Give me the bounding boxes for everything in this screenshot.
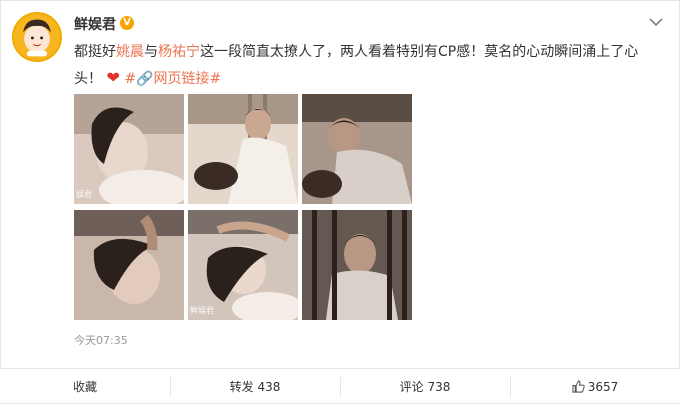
image-thumbnail[interactable]: 娱君 [74,94,184,204]
photo-scene-icon [188,210,298,320]
like-count: 3657 [587,380,619,394]
photo-scene-icon [302,94,412,204]
thumbs-up-icon [572,380,585,393]
mention-link-name1[interactable]: 姚晨 [116,44,144,60]
weibo-post-card: 鲜娱君 V 都挺好姚晨与杨祐宁这一段简直太撩人了，两人看着特别有CP感！莫名的心… [0,0,680,368]
favorite-button[interactable]: 收藏 [0,369,170,405]
like-button[interactable]: 3657 [510,369,680,405]
image-thumbnail[interactable] [188,94,298,204]
user-avatar[interactable] [12,12,62,62]
photo-scene-icon [74,94,184,204]
post-text-segment: 都挺好 [74,44,116,60]
image-thumbnail[interactable]: 鲜娱君 [188,210,298,320]
repost-button[interactable]: 转发 438 [170,369,340,405]
post-text-segment: 与 [144,44,158,60]
watermark-text: 娱君 [76,190,92,199]
post-timestamp[interactable]: 今天07:35 [74,332,128,348]
comment-button[interactable]: 评论 738 [340,369,510,405]
photo-scene-icon [74,210,184,320]
post-action-bar: 收藏 转发 438 评论 738 3657 [0,368,680,404]
image-thumbnail[interactable] [74,210,184,320]
post-username[interactable]: 鲜娱君 [74,14,116,34]
watermark-text: 鲜娱君 [190,306,214,315]
image-thumbnail[interactable] [302,210,412,320]
photo-scene-icon [302,210,412,320]
chevron-down-icon[interactable] [649,17,663,27]
photo-scene-icon [188,94,298,204]
cartoon-face-icon [14,14,60,60]
web-link[interactable]: #🔗网页链接# [124,71,221,87]
image-thumbnail[interactable] [302,94,412,204]
post-content: 都挺好姚晨与杨祐宁这一段简直太撩人了，两人看着特别有CP感！莫名的心动瞬间涌上了… [74,39,664,92]
verified-badge-icon: V [120,16,134,30]
image-grid: 娱君 鲜娱君 [74,94,412,320]
mention-link-name2[interactable]: 杨祐宁 [158,44,200,60]
heart-emoji-icon: ❤ [106,68,120,87]
